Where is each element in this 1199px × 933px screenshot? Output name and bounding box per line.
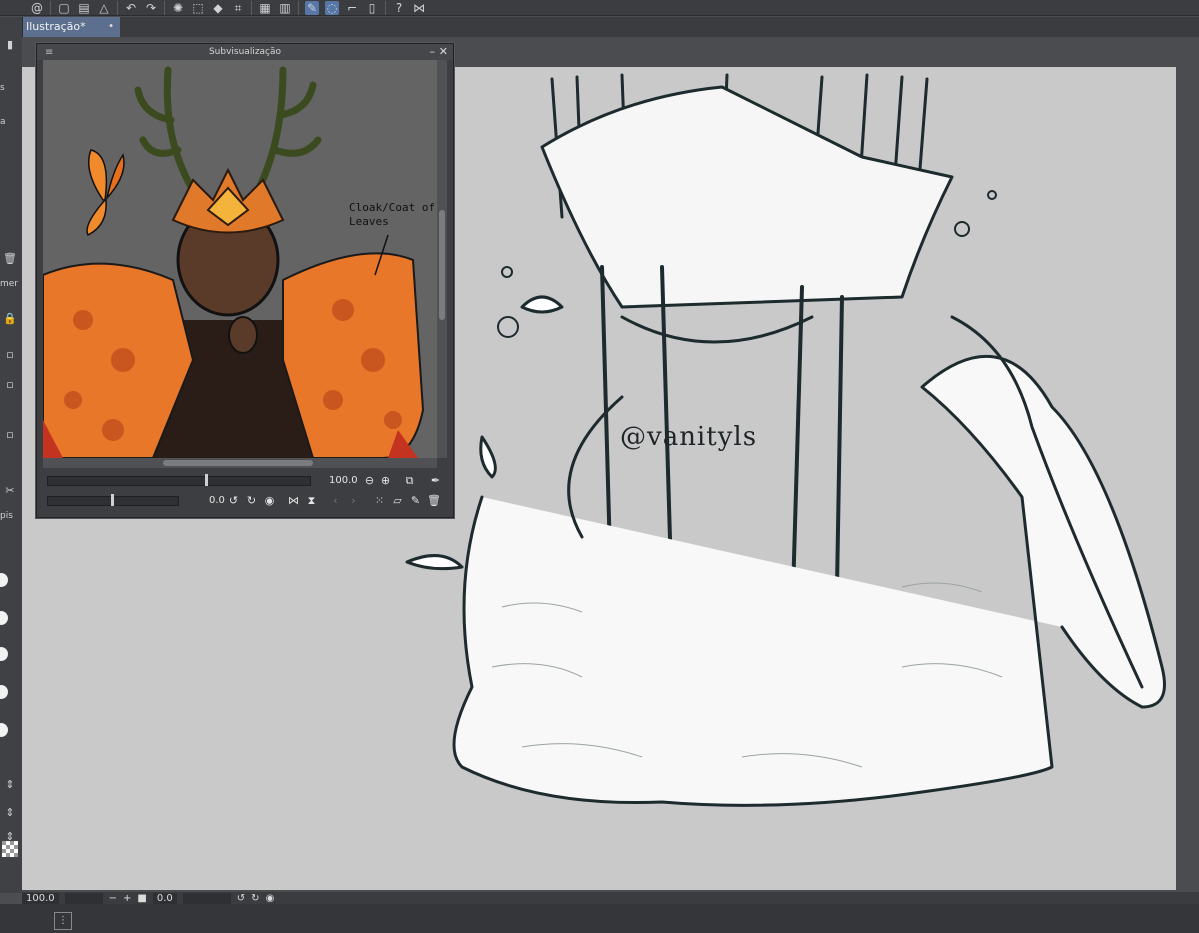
subview-controls: 100.0 ⊖ ⊕ ⧉ ✒ 0.0 ↺ ↻ ◉ ⋈ ⧗ ‹ › ⁙ ▱ ✎ 🗑	[43, 472, 447, 512]
toolbar-divider	[298, 0, 299, 15]
stepper-icon[interactable]: ⇕	[2, 805, 18, 821]
trash-icon[interactable]: 🗑	[427, 494, 441, 507]
lock-icon[interactable]: 🔒	[2, 311, 18, 327]
open-folder-icon[interactable]: ▱	[391, 494, 404, 507]
zoom-slider-knob[interactable]	[205, 474, 208, 486]
horizontal-scrollbar[interactable]	[43, 458, 437, 468]
fit-screen-icon[interactable]: ⧉	[403, 474, 416, 487]
zoom-out-icon[interactable]: −	[109, 893, 117, 904]
zoom-out-icon[interactable]: ⊖	[363, 474, 376, 487]
toolbar-divider	[251, 0, 252, 15]
stepper-icon[interactable]: ⇕	[2, 777, 18, 793]
selection-icon[interactable]: ⬚	[191, 1, 205, 15]
brush-size-dot[interactable]	[0, 573, 8, 587]
new-icon[interactable]: ▢	[57, 1, 71, 15]
panel-label-fragment: a	[0, 117, 6, 127]
ruler-icon[interactable]: ▥	[278, 1, 292, 15]
scroll-thumb[interactable]	[439, 210, 445, 320]
subview-titlebar[interactable]: ≡ Subvisualização – ✕	[37, 44, 453, 60]
rotate-left-icon[interactable]: ↺	[237, 893, 245, 904]
brush-size-dot[interactable]	[0, 611, 8, 625]
panel-label-fragment: pis	[0, 511, 13, 521]
artist-watermark: @vanityls	[620, 422, 758, 452]
tab-document[interactable]: Ilustração* •	[22, 17, 120, 37]
spiral-icon[interactable]: @	[30, 1, 44, 15]
brush-size-dot[interactable]	[0, 647, 8, 661]
save-icon[interactable]: △	[97, 1, 111, 15]
pen-icon[interactable]: ✎	[305, 0, 319, 15]
rotation-slider-knob[interactable]	[111, 494, 114, 506]
reference-image	[43, 60, 437, 458]
transform-icon[interactable]: ⌗	[231, 1, 245, 15]
bottom-bar	[0, 904, 1199, 933]
open-icon[interactable]: ▤	[77, 1, 91, 15]
brush-size-dot[interactable]	[0, 685, 8, 699]
panel-label-fragment: mer	[0, 279, 19, 289]
lasso-icon[interactable]: ◌	[325, 0, 339, 15]
toolbar-divider	[164, 0, 165, 15]
angle-readout[interactable]: 0.0	[152, 892, 177, 904]
annotation-label: Cloak/Coat of Leaves	[349, 201, 436, 228]
zoom-in-icon[interactable]: +	[123, 893, 131, 904]
checkbox-icon[interactable]: ▫	[2, 427, 18, 443]
next-image-icon[interactable]: ›	[347, 494, 360, 507]
subview-title: Subvisualização	[208, 47, 282, 57]
brush-size-dot[interactable]	[0, 723, 8, 737]
close-icon[interactable]: •	[108, 17, 114, 37]
minimize-icon[interactable]: –	[430, 44, 436, 60]
close-icon[interactable]: ✕	[439, 44, 448, 60]
subview-window[interactable]: ≡ Subvisualização – ✕ Cloak/Coat of Leav…	[36, 43, 454, 518]
top-toolbar: @ ▢ ▤ △ ↶ ↷ ✺ ⬚ ◆ ⌗ ▦ ▥ ✎ ◌ ⌐ ▯ ? ⋈	[0, 0, 1199, 16]
trash-icon[interactable]: 🗑	[2, 251, 18, 267]
status-bar: 100.0 − + ■ 0.0 ↺ ↻ ◉	[22, 892, 1199, 904]
flip-icon[interactable]: ⋈	[412, 1, 426, 15]
help-icon[interactable]: ?	[392, 1, 406, 15]
zoom-in-icon[interactable]: ⊕	[379, 474, 392, 487]
rotate-right-icon[interactable]: ↻	[245, 494, 258, 507]
scroll-thumb[interactable]	[163, 460, 313, 466]
line-icon[interactable]: ⌐	[345, 1, 359, 15]
panel-toggle-icon[interactable]: ⋮	[54, 912, 72, 930]
transparency-icon[interactable]	[2, 841, 18, 857]
flip-horizontal-icon[interactable]: ⋈	[287, 494, 300, 507]
rotation-value: 0.0	[209, 495, 225, 506]
checkbox-icon[interactable]: ▫	[2, 377, 18, 393]
grid-icon[interactable]: ▦	[258, 1, 272, 15]
reset-rotation-icon[interactable]: ◉	[263, 494, 276, 507]
zoom-presets[interactable]	[64, 892, 103, 904]
document-tabbar: Ilustração* •	[22, 17, 1199, 37]
zoom-readout[interactable]: 100.0	[22, 892, 59, 904]
rotate-left-icon[interactable]: ↺	[227, 494, 240, 507]
edit-icon[interactable]: ✎	[409, 494, 422, 507]
redo-icon[interactable]: ↷	[144, 1, 158, 15]
reference-image-viewport[interactable]: Cloak/Coat of Leaves	[43, 60, 437, 458]
vertical-scrollbar[interactable]	[437, 60, 447, 458]
zoom-value: 100.0	[329, 475, 358, 486]
fit-icon[interactable]: ■	[137, 893, 146, 904]
zoom-slider[interactable]	[47, 476, 311, 486]
flip-vertical-icon[interactable]: ⧗	[305, 494, 318, 507]
angle-presets[interactable]	[182, 892, 231, 904]
thumbnail-grid-icon[interactable]: ⁙	[373, 494, 386, 507]
panel-tab-icon[interactable]: ▮	[2, 37, 18, 53]
tool-icon[interactable]: ✂	[2, 483, 18, 499]
tab-label: Ilustração*	[26, 20, 86, 33]
undo-icon[interactable]: ↶	[124, 1, 138, 15]
previous-image-icon[interactable]: ‹	[329, 494, 342, 507]
device-icon[interactable]: ▯	[365, 1, 379, 15]
loading-icon[interactable]: ✺	[171, 1, 185, 15]
toolbar-divider	[50, 0, 51, 15]
rotate-right-icon[interactable]: ↻	[251, 893, 259, 904]
eyedropper-icon[interactable]: ✒	[429, 474, 442, 487]
toolbar-divider	[117, 0, 118, 15]
checkbox-icon[interactable]: ▫	[2, 347, 18, 363]
panel-label-fragment: s	[0, 83, 5, 93]
left-panel: ▮ s a 🗑 mer 🔒 ▫ ▫ ▫ ✂ pis ⇕ ⇕ ⇕	[0, 17, 23, 893]
menu-icon[interactable]: ≡	[45, 45, 53, 61]
fill-icon[interactable]: ◆	[211, 1, 225, 15]
toolbar-divider	[385, 0, 386, 15]
reset-icon[interactable]: ◉	[266, 893, 275, 904]
